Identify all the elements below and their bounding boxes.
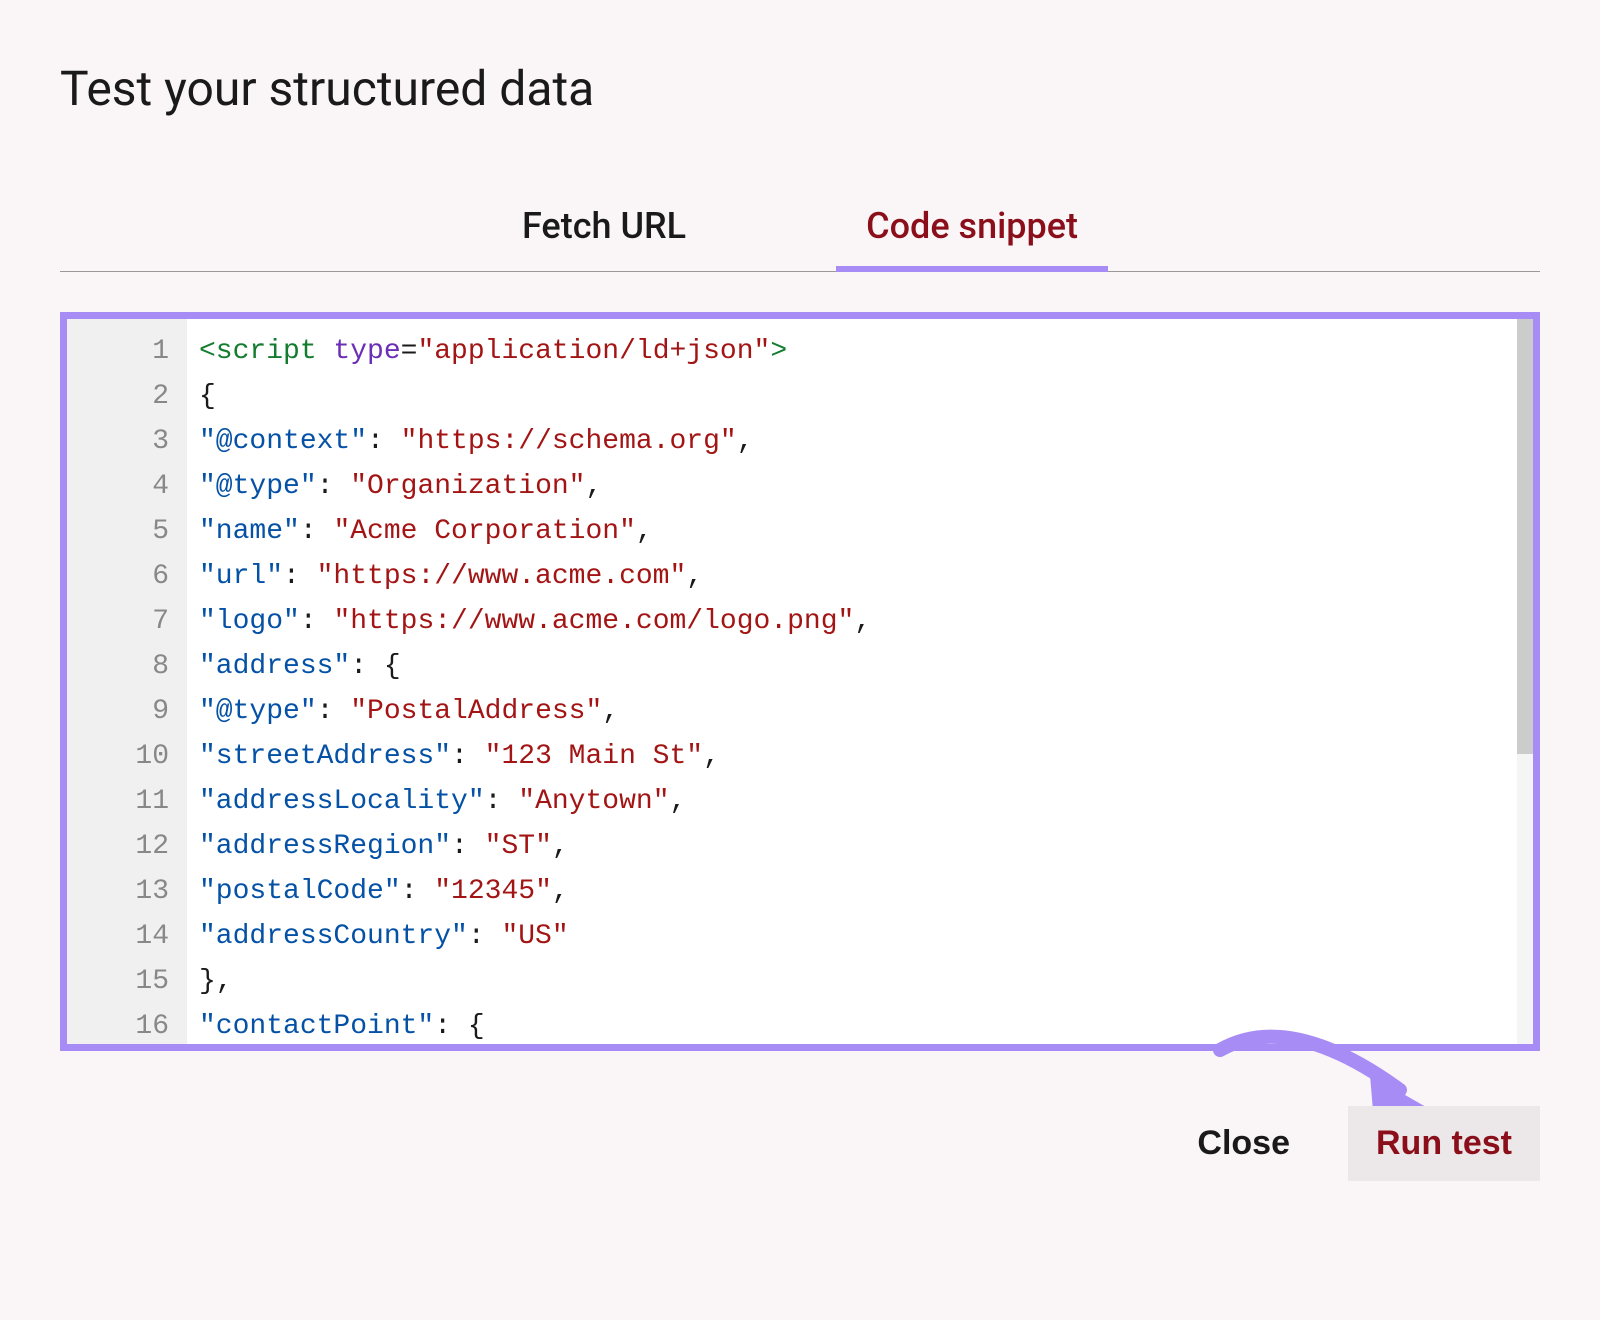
tab-code-snippet[interactable]: Code snippet: [836, 187, 1108, 271]
line-number: 15: [67, 959, 175, 1004]
code-line: "addressCountry": "US": [199, 914, 1505, 959]
line-number: 7: [67, 599, 175, 644]
code-line: "postalCode": "12345",: [199, 869, 1505, 914]
line-number: 11: [67, 779, 175, 824]
code-line: "@type": "PostalAddress",: [199, 689, 1505, 734]
line-number: 13: [67, 869, 175, 914]
code-line: "addressRegion": "ST",: [199, 824, 1505, 869]
line-number: 5: [67, 509, 175, 554]
run-test-button[interactable]: Run test: [1348, 1106, 1540, 1181]
code-line: "logo": "https://www.acme.com/logo.png",: [199, 599, 1505, 644]
line-number: 2: [67, 374, 175, 419]
line-number: 1: [67, 329, 175, 374]
line-number: 8: [67, 644, 175, 689]
code-line: "name": "Acme Corporation",: [199, 509, 1505, 554]
page-title: Test your structured data: [60, 60, 1540, 117]
line-number: 10: [67, 734, 175, 779]
code-line: <script type="application/ld+json">: [199, 329, 1505, 374]
code-line: "contactPoint": {: [199, 1004, 1505, 1044]
code-line: "addressLocality": "Anytown",: [199, 779, 1505, 824]
dialog-actions: Close Run test: [60, 1106, 1540, 1181]
code-line: "address": {: [199, 644, 1505, 689]
tab-fetch-url[interactable]: Fetch URL: [492, 187, 716, 271]
line-number-gutter: 12345678910111213141516: [67, 319, 187, 1044]
close-button[interactable]: Close: [1169, 1106, 1318, 1181]
code-line: "@type": "Organization",: [199, 464, 1505, 509]
code-line: },: [199, 959, 1505, 1004]
line-number: 4: [67, 464, 175, 509]
line-number: 16: [67, 1004, 175, 1044]
scrollbar-vertical[interactable]: [1517, 319, 1533, 1044]
code-content[interactable]: <script type="application/ld+json">{"@co…: [187, 319, 1517, 1044]
code-editor[interactable]: 12345678910111213141516 <script type="ap…: [60, 312, 1540, 1051]
code-line: {: [199, 374, 1505, 419]
line-number: 6: [67, 554, 175, 599]
line-number: 14: [67, 914, 175, 959]
line-number: 9: [67, 689, 175, 734]
code-line: "streetAddress": "123 Main St",: [199, 734, 1505, 779]
line-number: 12: [67, 824, 175, 869]
line-number: 3: [67, 419, 175, 464]
code-line: "url": "https://www.acme.com",: [199, 554, 1505, 599]
tabs: Fetch URL Code snippet: [60, 187, 1540, 272]
code-line: "@context": "https://schema.org",: [199, 419, 1505, 464]
scrollbar-thumb[interactable]: [1517, 319, 1533, 754]
